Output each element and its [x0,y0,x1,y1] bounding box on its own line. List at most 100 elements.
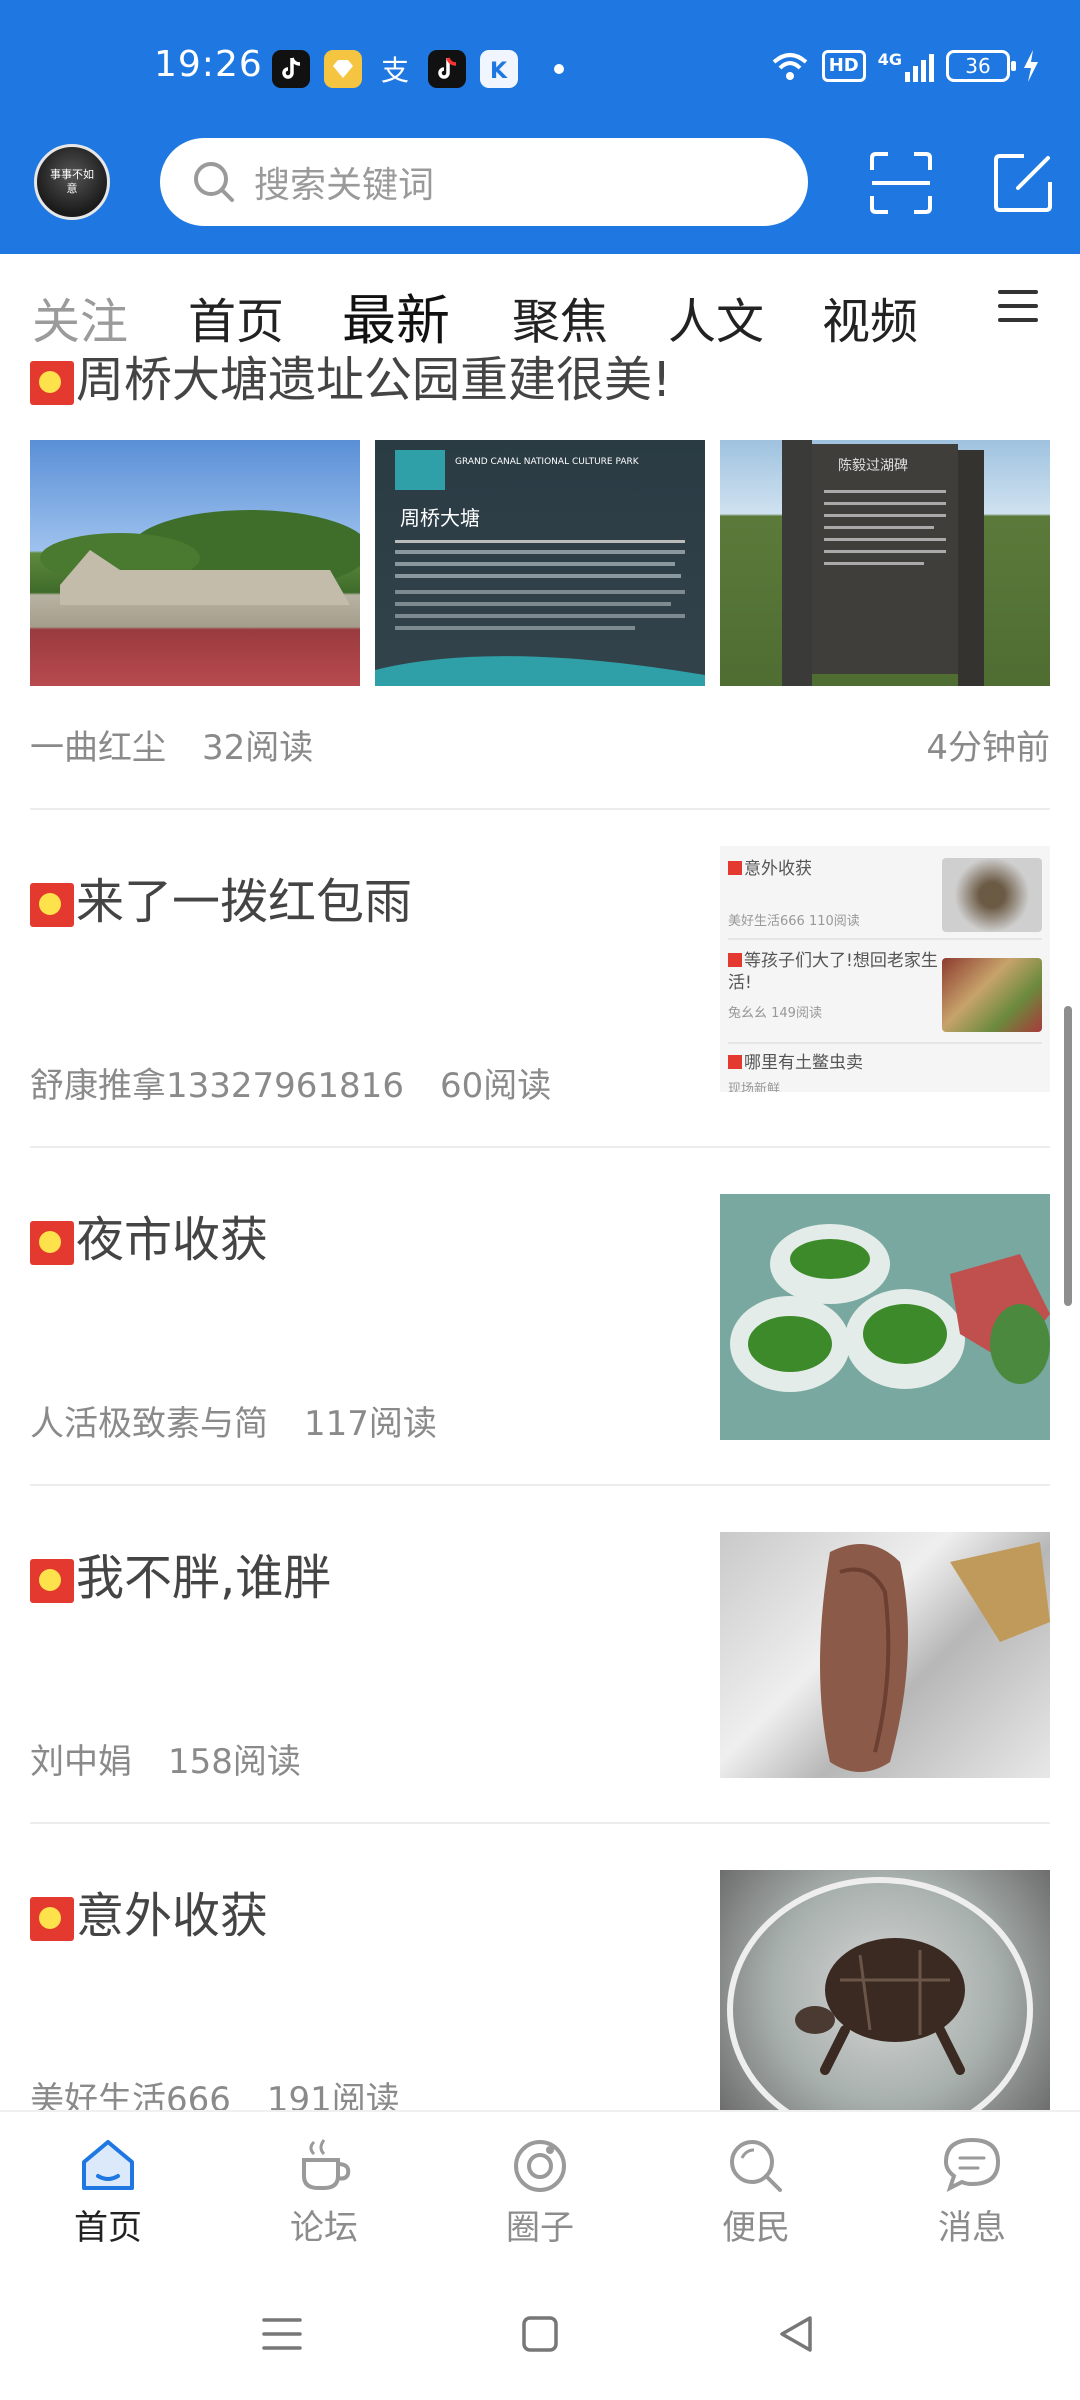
nav-home[interactable]: 首页 [38,2136,178,2249]
article-image[interactable] [30,440,360,686]
search-icon [194,162,234,202]
tab-follow[interactable]: 关注 [32,282,128,352]
wifi-icon [772,53,808,80]
article-image[interactable] [720,1532,1050,1778]
red-flag-icon [30,1559,74,1603]
home-button-icon[interactable] [520,2314,560,2354]
read-count: 117阅读 [304,1404,437,1444]
divider [30,808,1050,810]
article-meta: 舒康推拿13327961816 60阅读 [30,1058,551,1107]
read-count: 60阅读 [439,1066,552,1106]
divider [30,1484,1050,1486]
divider [30,1822,1050,1824]
preview-title-text: 意外收获 [744,859,812,879]
svg-text:GRAND CANAL NATIONAL CULTURE P: GRAND CANAL NATIONAL CULTURE PARK [455,457,640,467]
circle-icon [514,2140,566,2192]
preview-row: 哪里有土鳖虫卖 现场新鲜 [728,1052,1042,1092]
nav-forum[interactable]: 论坛 [254,2136,394,2249]
roasted-sweet-potato-image [820,1542,1050,1772]
article-image[interactable] [720,1194,1050,1440]
tab-home[interactable]: 首页 [188,282,284,352]
tiktok-icon [272,50,310,88]
kuaishou-icon: K [480,50,518,88]
tab-culture[interactable]: 人文 [668,282,764,352]
red-flag-icon [30,1897,74,1941]
author-name[interactable]: 一曲红尘 [30,728,166,768]
divider [30,1146,1050,1148]
system-status-icons: HD 4G 36 [770,50,1040,82]
article-title[interactable]: 意外收获 [30,1876,268,1946]
preview-title: 哪里有土鳖虫卖 [728,1052,1042,1074]
article-image[interactable]: GRAND CANAL NATIONAL CULTURE PARK 周桥大塘 [375,440,705,686]
preview-title-text: 哪里有土鳖虫卖 [744,1053,863,1073]
tab-latest[interactable]: 最新 [342,276,450,355]
turtle-image [727,1877,1033,2110]
red-flag-icon [30,1221,74,1265]
article-title[interactable]: 周桥大塘遗址公园重建很美! [30,346,671,410]
read-count: 158阅读 [168,1742,301,1782]
user-avatar[interactable]: 事事不如意 [34,144,110,220]
menu-icon[interactable] [996,286,1040,326]
park-image [40,510,360,605]
article-title[interactable]: 夜市收获 [30,1200,268,1270]
nav-circle[interactable]: 圈子 [470,2136,610,2249]
scan-icon[interactable] [868,150,934,216]
top-header: 19:26 支 K HD 4G 36 事事不如意 搜索关键词 [0,0,1080,254]
article-title-text: 意外收获 [76,1888,269,1944]
preview-title-text: 等孩子们大了!想回老家生活! [728,951,938,993]
preview-divider [728,938,1042,940]
nav-messages[interactable]: 消息 [902,2136,1042,2249]
tiktok-lite-icon [428,50,466,88]
preview-row: 等孩子们大了!想回老家生活! 兔幺幺 149阅读 [728,950,938,1021]
recent-apps-icon[interactable] [260,2314,304,2354]
author-name[interactable]: 刘中娟 [30,1742,132,1782]
article-title-text: 我不胖,谁胖 [76,1550,332,1606]
search-placeholder: 搜索关键词 [254,165,435,206]
preview-divider [728,1042,1042,1044]
article-title[interactable]: 我不胖,谁胖 [30,1538,331,1608]
back-icon[interactable] [776,2314,816,2354]
article-meta: 一曲红尘 32阅读 [30,720,313,769]
svg-text:支: 支 [381,54,409,86]
red-flag-icon [30,361,74,405]
article-meta: 人活极致素与简 117阅读 [30,1396,437,1445]
article-image[interactable]: 意外收获 美好生活666 110阅读 等孩子们大了!想回老家生活! 兔幺幺 14… [720,846,1050,1092]
more-notifications-dot [554,64,564,74]
tab-focus[interactable]: 聚焦 [512,282,608,352]
bottom-navigation: 首页 论坛 圈子 便民 消息 [0,2110,1080,2280]
author-name[interactable]: 美好生活666 [30,2080,231,2110]
stone-tablet-image: 陈毅过湖碑 [782,440,984,686]
search-bar[interactable]: 搜索关键词 [160,138,808,226]
article-image[interactable] [720,1870,1050,2110]
nav-label: 首页 [74,2208,142,2248]
preview-image [942,958,1042,1032]
article-title-text: 周桥大塘遗址公园重建很美! [76,352,672,408]
network-type: 4G [877,50,902,69]
compose-icon[interactable] [990,150,1056,216]
article-title[interactable]: 来了一拨红包雨 [30,862,412,932]
status-time: 19:26 [154,44,263,85]
read-count: 191阅读 [266,2080,400,2110]
hd-badge: HD [821,50,866,82]
tab-video[interactable]: 视频 [822,282,918,352]
author-name[interactable]: 舒康推拿13327961816 [30,1066,404,1106]
nav-label: 论坛 [290,2208,358,2248]
alipay-icon: 支 [376,50,414,88]
red-flag-icon [728,1055,742,1069]
nav-label: 消息 [938,2208,1006,2248]
scrollbar[interactable] [1064,1006,1072,1306]
article-image[interactable]: 陈毅过湖碑 [720,440,1050,686]
signal-icon: 4G [878,50,934,82]
author-name[interactable]: 人活极致素与简 [30,1404,268,1444]
preview-title: 等孩子们大了!想回老家生活! [728,950,938,994]
status-bar: 19:26 支 K HD 4G 36 [0,0,1080,138]
preview-image [942,858,1042,932]
preview-meta: 现场新鲜 [728,1082,781,1092]
svg-text:周桥大塘: 周桥大塘 [400,506,480,530]
nav-services[interactable]: 便民 [686,2136,826,2249]
chat-bubble-icon [943,2137,1001,2192]
time-ago: 4分钟前 [926,728,1050,768]
battery-icon: 36 [946,50,1016,82]
red-flag-icon [30,883,74,927]
svg-text:陈毅过湖碑: 陈毅过湖碑 [838,457,908,474]
